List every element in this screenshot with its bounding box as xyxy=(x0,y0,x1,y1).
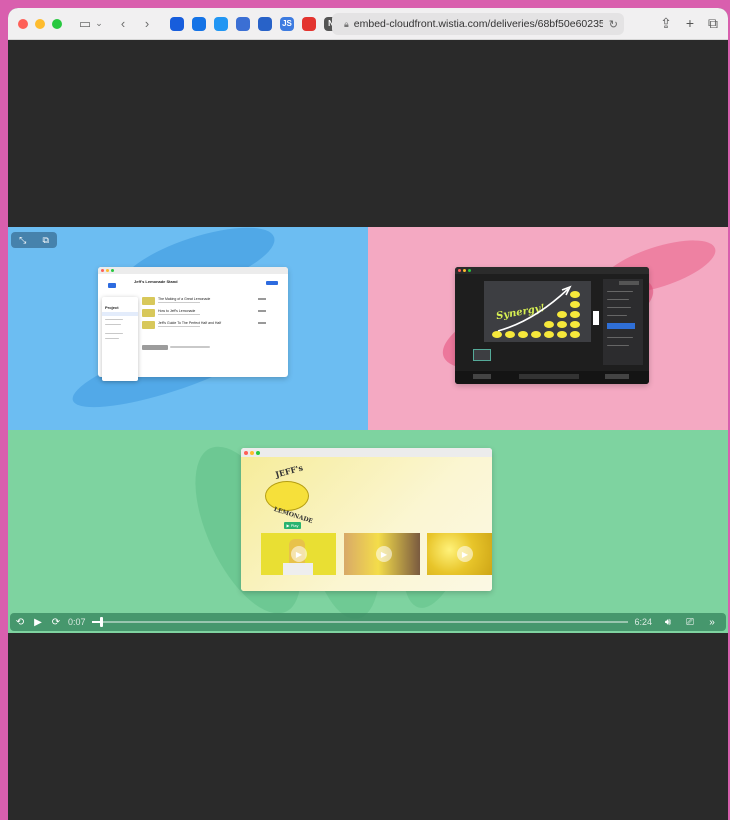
logo-top-text: JEFF's xyxy=(274,462,305,480)
corner-controls: ⤡ ⧉ xyxy=(11,232,57,248)
progress-handle[interactable] xyxy=(100,617,104,627)
thumbnail-3: ▶ xyxy=(427,533,492,575)
lemon-mark xyxy=(531,331,541,338)
video-frame-pink: Synergy! xyxy=(368,227,728,430)
lock-icon: 🔒︎ xyxy=(344,18,349,29)
thumbnail-1: ▶ xyxy=(261,533,336,575)
chevron-down-icon[interactable]: ⌄ xyxy=(94,15,104,33)
volume-icon[interactable]: 🔊︎ xyxy=(660,617,676,628)
play-icon: ▶ xyxy=(291,546,307,562)
expand-icon[interactable]: ⤡ xyxy=(19,235,26,246)
lemon-mark xyxy=(570,301,580,308)
browser-toolbar: ▭ ⌄ ‹ › JS N 🔒︎ embed-cloudfront.wistia.c… xyxy=(8,8,728,40)
video-frame-blue: ⤡ ⧉ Jeff's Lemonade Stand The Making of … xyxy=(8,227,368,430)
lemon-mark xyxy=(557,331,567,338)
address-bar[interactable]: 🔒︎ embed-cloudfront.wistia.com/deliverie… xyxy=(332,13,624,35)
lemon-mark xyxy=(570,321,580,328)
mini-sidebar: Project xyxy=(102,297,138,381)
video-frame-green: JEFF's LEMONADE ▶ Play ▶ ▶ ▶ xyxy=(8,430,728,633)
video-player[interactable]: ⤡ ⧉ Jeff's Lemonade Stand The Making of … xyxy=(8,227,728,633)
rewind-icon[interactable]: ⟲ xyxy=(12,617,28,628)
current-time: 0:07 xyxy=(68,617,86,627)
sidebar-toggle-icon[interactable]: ▭ xyxy=(76,15,94,33)
js-icon[interactable]: JS xyxy=(280,16,294,31)
reload-icon[interactable]: ↻ xyxy=(609,18,618,31)
mini-lemonade-site: JEFF's LEMONADE ▶ Play ▶ ▶ ▶ xyxy=(241,448,492,591)
play-icon: ▶ xyxy=(457,546,473,562)
mini-app-title: Jeff's Lemonade Stand xyxy=(134,279,178,284)
play-button[interactable]: ▶ xyxy=(30,617,46,628)
mini-editor-window: Synergy! xyxy=(455,267,649,384)
fullscreen-window-button[interactable] xyxy=(52,18,62,29)
forward-button[interactable]: › xyxy=(138,15,156,33)
fast-forward-icon[interactable]: ⟳ xyxy=(48,617,64,628)
airplay-icon[interactable]: ⎚ xyxy=(682,617,698,628)
picture-in-picture-icon[interactable]: ⧉ xyxy=(42,235,48,246)
browser-window: ▭ ⌄ ‹ › JS N 🔒︎ embed-cloudfront.wistia.c… xyxy=(8,8,728,820)
lemon-mark xyxy=(570,311,580,318)
check-icon[interactable] xyxy=(192,16,206,31)
mini-row-title: How to Jeff's Lemonade xyxy=(158,309,196,313)
close-window-button[interactable] xyxy=(18,18,28,29)
new-tab-icon[interactable]: + xyxy=(686,15,694,32)
mini-slide: Synergy! xyxy=(484,281,591,342)
play-icon: ▶ xyxy=(376,546,392,562)
lemon-mark xyxy=(557,321,567,328)
duration: 6:24 xyxy=(634,617,652,627)
lemon-mark xyxy=(492,331,502,338)
record-icon[interactable] xyxy=(302,16,316,31)
mini-row-title: The Making of a Great Lemonade xyxy=(158,297,211,301)
g-extension-icon[interactable] xyxy=(214,16,228,31)
mini-play-button: ▶ Play xyxy=(284,522,301,529)
share-icon[interactable]: ⇪ xyxy=(660,15,672,32)
minimize-window-button[interactable] xyxy=(35,18,45,29)
bitwarden-icon[interactable] xyxy=(170,16,184,31)
mini-sidebar-heading: Project xyxy=(105,305,119,310)
binoculars-icon[interactable] xyxy=(258,16,272,31)
window-controls xyxy=(18,18,62,29)
lemon-mark xyxy=(544,331,554,338)
video-control-bar: ⟲ ▶ ⟳ 0:07 6:24 🔊︎ ⎚ » xyxy=(10,613,726,631)
lemon-mark xyxy=(570,331,580,338)
lemon-mark xyxy=(570,291,580,298)
tab-overview-icon[interactable]: ⧉ xyxy=(708,15,718,32)
thumbnail-2: ▶ xyxy=(344,533,420,575)
lemon-mark xyxy=(518,331,528,338)
url-text: embed-cloudfront.wistia.com/deliveries/6… xyxy=(353,18,603,30)
more-icon[interactable]: » xyxy=(704,617,720,628)
lemon-mark xyxy=(544,321,554,328)
cube-icon[interactable] xyxy=(236,16,250,31)
lemon-mark xyxy=(505,331,515,338)
mini-row-title: Jeff's Guide To The Perfect Half and Hal… xyxy=(158,321,222,325)
progress-bar[interactable] xyxy=(91,617,629,627)
back-button[interactable]: ‹ xyxy=(114,15,132,33)
lemon-mark xyxy=(557,311,567,318)
